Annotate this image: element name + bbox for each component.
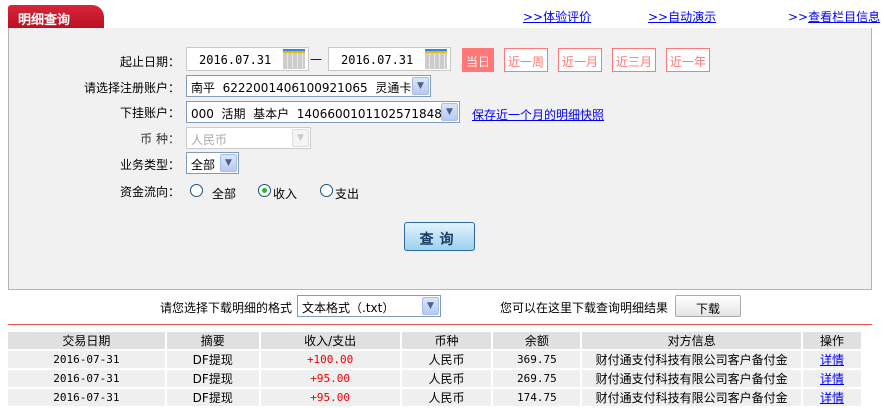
col-action: 操作	[802, 332, 863, 351]
flow-label: 资金流向：	[119, 185, 180, 199]
cell-amount: +100.00	[259, 350, 402, 370]
cell-amount: +95.00	[259, 369, 402, 389]
detail-link[interactable]: 详情	[820, 372, 844, 386]
biz-type-select[interactable]: 全部 ▼	[186, 152, 239, 174]
table-row: 2016-07-31 DF提现 +95.00 人民币 174.75 财付通支付科技有限公司…	[8, 388, 863, 408]
flow-income-radio[interactable]	[258, 184, 271, 197]
cell-counterparty: 财付通支付科技有限公司客户备付金	[581, 350, 804, 370]
save-snapshot-link[interactable]: 保存近一个月的明细快照	[472, 106, 604, 123]
range-year-button[interactable]: 近一年	[666, 48, 710, 72]
flow-expense-radio[interactable]	[320, 184, 333, 197]
biz-type-label: 业务类型：	[119, 158, 180, 172]
view-column-info-link[interactable]: >>查看栏目信息	[788, 8, 880, 25]
account-select[interactable]: 南平 6222001406100921065 灵通卡 ▼	[186, 75, 431, 97]
col-summary: 摘要	[165, 332, 261, 351]
range-3months-button[interactable]: 近三月	[612, 48, 656, 72]
format-label: 请您选择下载明细的格式	[160, 301, 293, 315]
col-counterparty: 对方信息	[581, 332, 804, 351]
col-date: 交易日期	[8, 332, 167, 351]
transactions-table: 交易日期 摘要 收入/支出 币种 余额 对方信息 操作 2016-07-31 DF…	[8, 332, 863, 408]
cell-balance: 369.75	[492, 350, 583, 370]
col-currency: 币种	[400, 332, 494, 351]
detail-link[interactable]: 详情	[820, 391, 844, 405]
currency-label: 币 种：	[140, 132, 180, 146]
table-row: 2016-07-31 DF提现 +95.00 人民币 269.75 财付通支付科技有限公司…	[8, 369, 863, 389]
flow-expense-label: 支出	[335, 187, 360, 201]
flow-all-radio[interactable]	[190, 184, 203, 197]
table-header-row: 交易日期 摘要 收入/支出 币种 余额 对方信息 操作	[8, 332, 863, 351]
detail-link[interactable]: 详情	[820, 353, 844, 367]
date-separator: —	[310, 52, 322, 66]
chevron-down-icon: ▼	[220, 154, 237, 172]
start-date-input[interactable]: 2016.07.31	[186, 47, 309, 71]
col-amount: 收入/支出	[259, 332, 402, 351]
col-balance: 余额	[492, 332, 583, 351]
auto-demo-link[interactable]: >>自动演示	[648, 8, 716, 25]
flow-income-label: 收入	[273, 187, 298, 201]
cell-date: 2016-07-31	[8, 369, 167, 389]
account-label: 请选择注册账户：	[83, 81, 180, 95]
range-month-button[interactable]: 近一月	[558, 48, 602, 72]
format-select[interactable]: 文本格式（.txt） ▼	[297, 295, 441, 317]
chevron-down-icon: ▼	[412, 77, 429, 95]
end-date-input[interactable]: 2016.07.31	[328, 47, 451, 71]
flow-all-label: 全部	[212, 187, 237, 201]
page-title-tab: 明细查询	[8, 5, 104, 29]
cell-currency: 人民币	[400, 388, 494, 408]
download-button[interactable]: 下载	[675, 295, 741, 317]
calendar-icon[interactable]	[425, 49, 447, 69]
cell-balance: 174.75	[492, 388, 583, 408]
divider	[8, 324, 872, 325]
cell-summary: DF提现	[165, 369, 261, 389]
table-row: 2016-07-31 DF提现 +100.00 人民币 369.75 财付通支付科技有限公…	[8, 350, 863, 370]
cell-counterparty: 财付通支付科技有限公司客户备付金	[581, 369, 804, 389]
cell-summary: DF提现	[165, 388, 261, 408]
cell-amount: +95.00	[259, 388, 402, 408]
range-week-button[interactable]: 近一周	[504, 48, 548, 72]
download-hint: 您可以在这里下载查询明细结果	[500, 301, 669, 315]
sub-account-select[interactable]: 000 活期 基本户 1406600101102571848 ▼	[186, 101, 460, 123]
cell-summary: DF提现	[165, 350, 261, 370]
experience-rating-link[interactable]: >>体验评价	[523, 8, 591, 25]
cell-currency: 人民币	[400, 369, 494, 389]
chevron-down-icon: ▼	[441, 103, 458, 121]
currency-select: 人民币 ▼	[186, 127, 311, 149]
query-button[interactable]: 查询	[404, 222, 475, 251]
cell-date: 2016-07-31	[8, 388, 167, 408]
chevron-down-icon: ▼	[422, 297, 439, 315]
cell-date: 2016-07-31	[8, 350, 167, 370]
calendar-icon[interactable]	[283, 49, 305, 69]
range-today-button[interactable]: 当日	[462, 48, 494, 72]
sub-account-label: 下挂账户：	[119, 106, 180, 120]
cell-currency: 人民币	[400, 350, 494, 370]
chevron-down-icon: ▼	[292, 129, 309, 147]
cell-counterparty: 财付通支付科技有限公司客户备付金	[581, 388, 804, 408]
date-label: 起止日期：	[119, 55, 180, 69]
cell-balance: 269.75	[492, 369, 583, 389]
